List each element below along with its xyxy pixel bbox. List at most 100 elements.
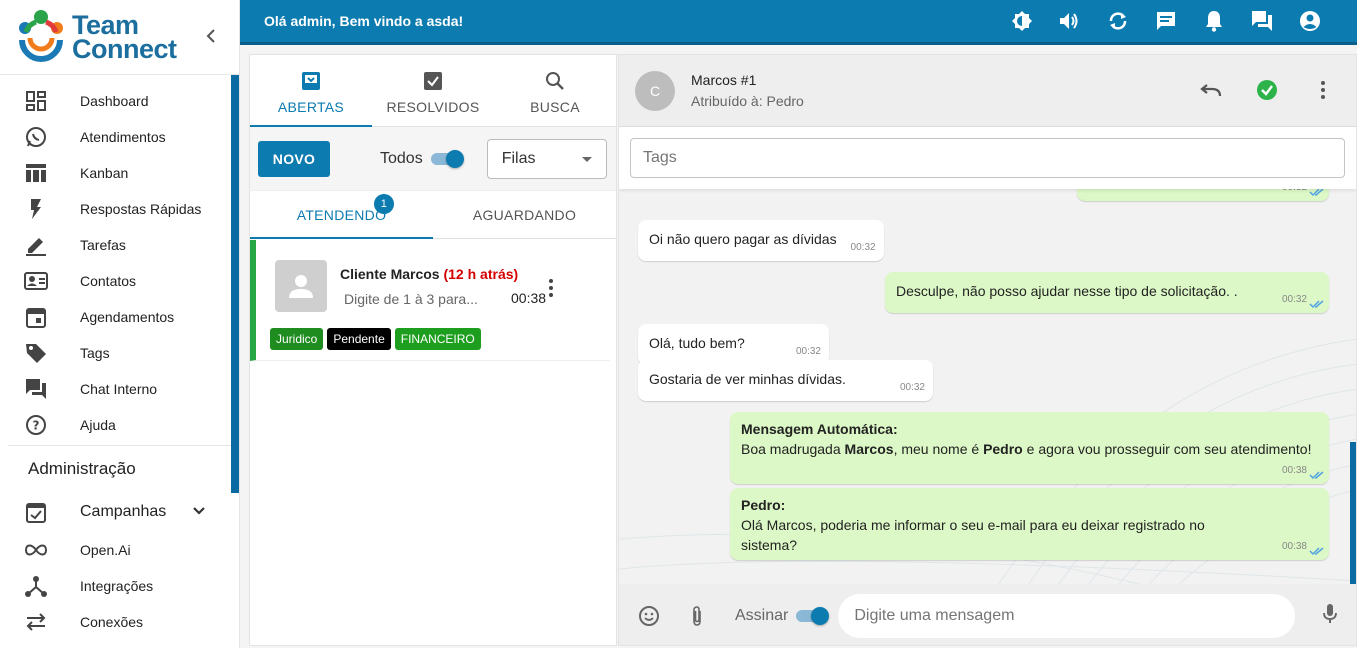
logo-text: Team Connect xyxy=(72,12,177,63)
message-time: 00:32 xyxy=(795,346,821,357)
return-ticket-button[interactable] xyxy=(1194,73,1228,107)
dropdown-arrow-icon xyxy=(581,156,592,162)
inbox-icon xyxy=(301,67,321,95)
contact-info[interactable]: Marcos #1 Atribuído à: Pedro xyxy=(691,72,804,109)
message-incoming: Gostaria de ver minhas dívidas. 00:32 xyxy=(638,360,933,401)
theme-toggle-button[interactable] xyxy=(998,0,1046,44)
tags-bar xyxy=(619,127,1356,189)
ticket-time: 00:38 xyxy=(511,290,547,306)
nav-kanban[interactable]: Kanban xyxy=(0,155,239,191)
nav-agendamentos[interactable]: Agendamentos xyxy=(0,299,239,335)
tab-busca[interactable]: BUSCA xyxy=(494,55,616,126)
ticket-tags: Juridico Pendente FINANCEIRO xyxy=(270,328,481,350)
ticket-last-message: Digite de 1 à 3 para... xyxy=(344,291,478,307)
more-options-button[interactable] xyxy=(1306,73,1340,107)
nav-tarefas[interactable]: Tarefas xyxy=(0,227,239,263)
message-text: Oi não quero pagar as dívidas xyxy=(649,231,837,247)
tab-label: AGUARDANDO xyxy=(472,206,577,223)
tab-aguardando[interactable]: AGUARDANDO xyxy=(433,191,616,238)
mic-button[interactable] xyxy=(1322,603,1338,630)
user-menu-button[interactable] xyxy=(1286,0,1334,44)
message-header: Pedro: xyxy=(741,497,786,513)
more-vert-icon[interactable] xyxy=(548,278,554,303)
collapse-sidebar-button[interactable] xyxy=(202,24,220,48)
tab-label: RESOLVIDOS xyxy=(386,98,480,115)
nav-label: Chat Interno xyxy=(80,381,158,397)
infinity-icon xyxy=(24,538,48,562)
message-input[interactable] xyxy=(838,593,1296,638)
message-incoming: Olá, tudo bem? 00:32 xyxy=(638,324,829,365)
top-bar: Olá admin, Bem vindo a asda! xyxy=(240,0,1357,45)
chat-icon xyxy=(1157,12,1175,30)
more-vert-icon xyxy=(1321,81,1325,99)
greeting-text: Olá admin, Bem vindo a asda! xyxy=(264,13,464,29)
ticket-item[interactable]: Cliente Marcos (12 h atrás) Digite de 1 … xyxy=(250,240,610,361)
ticket-controls: NOVO Todos Filas xyxy=(250,127,616,191)
notifications-button[interactable] xyxy=(1190,0,1238,44)
volume-button[interactable] xyxy=(1046,0,1094,44)
tab-atendendo[interactable]: ATENDENDO 1 xyxy=(250,191,433,239)
sign-switch[interactable] xyxy=(796,606,830,625)
new-ticket-button[interactable]: NOVO xyxy=(258,140,330,177)
whatsapp-icon xyxy=(24,125,48,149)
attach-button[interactable] xyxy=(685,604,709,628)
message-composer: Assinar xyxy=(619,584,1356,645)
tags-input[interactable] xyxy=(630,138,1345,178)
sidebar-scrollbar[interactable] xyxy=(231,75,239,493)
message-text: Gostaria de ver minhas dívidas. xyxy=(649,371,846,387)
double-check-icon xyxy=(1309,547,1324,556)
message-scrollbar[interactable] xyxy=(1350,442,1356,584)
account-circle-icon xyxy=(1300,11,1320,31)
double-check-icon xyxy=(1309,471,1324,480)
message-time: 00:32 xyxy=(850,242,876,253)
messages-button[interactable] xyxy=(1142,0,1190,44)
nav-integracoes[interactable]: Integrações xyxy=(0,568,239,604)
agent-name-bold: Pedro xyxy=(983,441,1023,457)
internal-chat-button[interactable] xyxy=(1238,0,1286,44)
nav-label: Open.Ai xyxy=(80,542,131,558)
message-text: Boa madrugada Marcos, meu nome é Pedro e… xyxy=(741,439,1318,459)
queue-select[interactable]: Filas xyxy=(486,138,607,179)
nav-label: Dashboard xyxy=(80,93,149,109)
forum-icon xyxy=(24,377,48,401)
nav-openai[interactable]: Open.Ai xyxy=(0,532,239,568)
app-root: Team Connect Dashboard Atendimentos Kanb… xyxy=(0,0,1357,648)
mic-icon xyxy=(1323,604,1337,623)
main-nav: Dashboard Atendimentos Kanban Respostas … xyxy=(0,75,239,443)
resolve-ticket-button[interactable] xyxy=(1250,73,1284,107)
tab-label: BUSCA xyxy=(530,98,580,115)
chat-panel: C Marcos #1 Atribuído à: Pedro Tags Oi n… xyxy=(618,54,1357,646)
nav-campanhas[interactable]: Campanhas xyxy=(0,492,239,532)
ticket-contact-name: Cliente Marcos (12 h atrás) xyxy=(340,266,518,282)
ticket-subtabs: ATENDENDO 1 AGUARDANDO xyxy=(250,191,616,239)
refresh-button[interactable] xyxy=(1094,0,1142,44)
nav-ajuda[interactable]: ? Ajuda xyxy=(0,407,239,443)
tab-resolvidos[interactable]: RESOLVIDOS xyxy=(372,55,494,126)
hub-icon xyxy=(24,574,48,598)
nav-label: Agendamentos xyxy=(80,309,175,325)
nav-label: Tags xyxy=(80,345,110,361)
sign-toggle: Assinar xyxy=(735,606,830,625)
message-outgoing-partial: 00:32 xyxy=(1077,189,1329,201)
nav-chat-interno[interactable]: Chat Interno xyxy=(0,371,239,407)
message-outgoing: Pedro: Olá Marcos, poderia me informar o… xyxy=(730,488,1329,560)
nav-label: Ajuda xyxy=(80,417,116,433)
nav-respostas-rapidas[interactable]: Respostas Rápidas xyxy=(0,191,239,227)
ticket-tabs: ABERTAS RESOLVIDOS BUSCA xyxy=(250,55,616,127)
logo: Team Connect xyxy=(0,0,239,75)
nav-label: Conexões xyxy=(80,614,144,630)
tag-chip: Pendente xyxy=(327,328,391,350)
message-list[interactable]: 00:32 Oi não quero pagar as dívidas 00:3… xyxy=(619,189,1356,584)
nav-contatos[interactable]: Contatos xyxy=(0,263,239,299)
nav-tags[interactable]: Tags xyxy=(0,335,239,371)
emoji-button[interactable] xyxy=(637,604,661,628)
show-all-switch[interactable] xyxy=(430,149,464,168)
message-time: 00:38 xyxy=(1281,541,1307,552)
nav-conexoes[interactable]: Conexões xyxy=(0,604,239,640)
tab-abertas[interactable]: ABERTAS xyxy=(250,55,372,127)
text-part: Boa madrugada xyxy=(741,441,845,457)
chevron-down-icon[interactable] xyxy=(192,503,206,521)
nav-atendimentos[interactable]: Atendimentos xyxy=(0,119,239,155)
nav-dashboard[interactable]: Dashboard xyxy=(0,83,239,119)
top-bar-actions xyxy=(998,0,1334,44)
